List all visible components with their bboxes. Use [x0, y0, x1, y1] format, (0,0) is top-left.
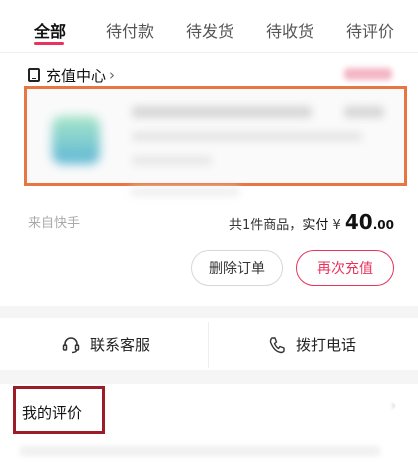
chevron-right-icon: › [109, 66, 116, 84]
blurred-review-content [20, 446, 380, 456]
order-tabs: 全部 待付款 待发货 待收货 待评价 [0, 0, 418, 52]
contact-service-label: 联系客服 [90, 336, 151, 354]
order-total: 共1件商品，实付 ¥ 40.00 [229, 210, 394, 234]
chevron-right-icon: › [390, 398, 396, 414]
contact-divider [208, 322, 209, 368]
review-highlight-box [13, 386, 105, 434]
order-source: 来自快手 [28, 216, 81, 231]
active-tab-indicator [34, 42, 64, 45]
tab-pending-shipment[interactable]: 待发货 [186, 18, 234, 42]
section-gap [0, 306, 418, 318]
contact-service-button[interactable]: 联系客服 [62, 334, 150, 355]
blurred-line [130, 188, 240, 196]
divider [0, 52, 418, 53]
product-highlight-box [24, 86, 407, 186]
amount-integer: 40 [344, 210, 373, 234]
phone-handset-icon [269, 336, 285, 353]
store-link[interactable]: 充值中心 › [28, 64, 115, 86]
call-phone-button[interactable]: 拨打电话 [268, 334, 356, 355]
amount-cents: .00 [372, 218, 394, 232]
recharge-again-button[interactable]: 再次充值 [296, 250, 394, 286]
tab-all[interactable]: 全部 [34, 18, 66, 42]
section-gap [0, 370, 418, 384]
store-name: 充值中心 [46, 66, 107, 85]
tab-pending-receipt[interactable]: 待收货 [266, 18, 314, 42]
delete-order-button[interactable]: 删除订单 [191, 250, 283, 286]
tab-pending-payment[interactable]: 待付款 [106, 18, 154, 42]
currency-symbol: ¥ [332, 218, 341, 233]
phone-icon [28, 68, 40, 82]
order-status-blurred [344, 68, 392, 80]
contact-bar: 联系客服 拨打电话 [0, 318, 418, 370]
paid-label: 实付 [302, 218, 329, 233]
tab-pending-review[interactable]: 待评价 [346, 18, 394, 42]
call-phone-label: 拨打电话 [296, 336, 357, 354]
item-count: 共1件商品， [229, 218, 303, 233]
headset-icon [62, 336, 80, 353]
